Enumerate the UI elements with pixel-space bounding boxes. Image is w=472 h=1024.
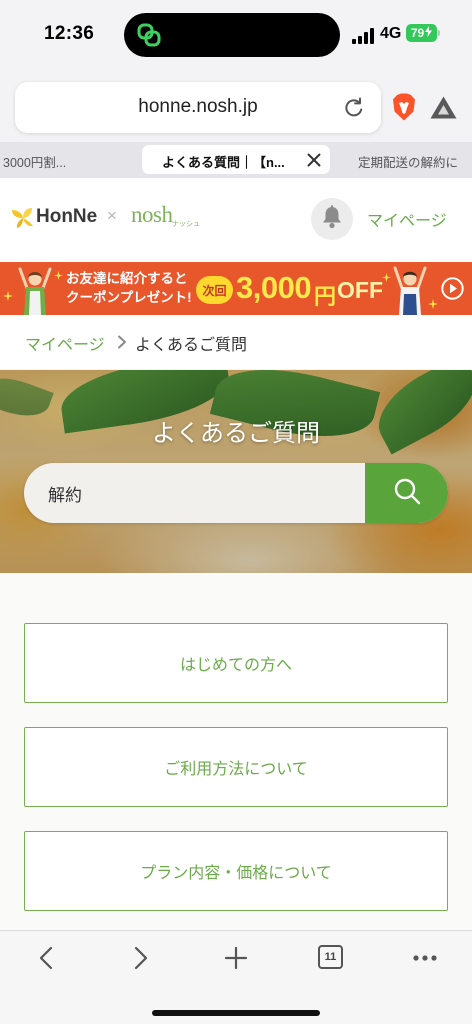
tab-next[interactable]: 定期配送の解約に: [358, 152, 458, 172]
battery-level: 79: [410, 26, 425, 40]
tab-active[interactable]: よくある質問｜【n...: [142, 145, 330, 174]
brave-lion-icon[interactable]: [391, 93, 417, 121]
sparkle-icon: [3, 288, 13, 306]
referral-banner[interactable]: お友達に紹介すると クーポンプレゼント! 次回 3,000 円 OFF: [0, 262, 472, 315]
browser-toolbar: 11: [0, 930, 472, 1024]
tab-label: 定期配送の解約に: [358, 156, 459, 170]
forward-arrow-icon[interactable]: [128, 946, 152, 970]
category-card-beginners[interactable]: はじめての方へ: [24, 623, 448, 703]
page-title: よくあるご質問: [152, 420, 320, 447]
rewards-triangle-icon[interactable]: [430, 96, 457, 119]
breadcrumb-link-mypage[interactable]: マイページ: [25, 331, 105, 355]
mypage-link[interactable]: マイページ: [367, 207, 447, 231]
faq-search: [24, 463, 448, 523]
back-arrow-icon[interactable]: [35, 946, 59, 970]
man-illustration: [391, 264, 429, 315]
banner-line2: クーポンプレゼント!: [66, 290, 192, 305]
tab-label: よくある質問｜【n...: [162, 155, 285, 170]
status-time: 12:36: [44, 23, 95, 44]
woman-illustration: [17, 264, 53, 315]
network-type: 4G: [380, 25, 402, 42]
sparkle-icon: [428, 296, 438, 314]
home-indicator[interactable]: [152, 1010, 320, 1016]
nosh-wordmark[interactable]: nosh: [131, 202, 173, 228]
honne-leaf-icon: [11, 207, 35, 229]
reload-icon[interactable]: [342, 96, 366, 120]
sparkle-icon: [54, 267, 63, 285]
banner-line1: お友達に紹介すると: [66, 271, 188, 286]
breadcrumb-current: よくあるご質問: [135, 337, 248, 354]
tab-strip: 3000円割... よくある質問｜【n... 定期配送の解約に: [0, 142, 472, 178]
search-button[interactable]: [365, 463, 448, 523]
search-icon: [392, 476, 422, 511]
tab-close-icon[interactable]: [307, 153, 321, 167]
sparkle-icon: [382, 269, 391, 287]
tab-previous[interactable]: 3000円割...: [3, 152, 66, 172]
banner-unit: 円: [314, 284, 337, 309]
brand-separator: ×: [107, 206, 117, 225]
url-text: honne.nosh.jp: [138, 96, 258, 117]
banner-amount: 3,000: [236, 270, 312, 305]
bell-icon: [321, 204, 343, 234]
app-activity-icon: [136, 22, 162, 48]
category-card-plans[interactable]: プラン内容・価格について: [24, 831, 448, 911]
honne-wordmark[interactable]: HonNe: [36, 206, 97, 228]
phone-screen: 12:36 4G 79 honne.nosh.jp 3000円割... よくある…: [0, 0, 472, 1024]
tab-count-button[interactable]: 11: [318, 945, 343, 969]
signal-icon: [352, 28, 376, 44]
banner-off: OFF: [337, 277, 383, 303]
faq-categories: はじめての方へ ご利用方法について プラン内容・価格について: [0, 573, 472, 930]
faq-hero: よくあるご質問: [0, 370, 472, 573]
battery-indicator: 79: [406, 24, 437, 42]
banner-badge: 次回: [196, 276, 233, 304]
battery-nub: [438, 30, 440, 36]
charging-bolt-icon: [425, 26, 433, 40]
address-bar[interactable]: honne.nosh.jp: [15, 82, 381, 133]
new-tab-plus-icon[interactable]: [224, 946, 248, 970]
nosh-kana: ナッシュ: [172, 221, 200, 228]
breadcrumb: マイページ よくあるご質問: [0, 315, 472, 369]
search-input[interactable]: [24, 463, 365, 523]
site-header: HonNe × nosh ナッシュ マイページ: [0, 178, 472, 262]
chevron-right-icon: [116, 335, 128, 349]
tab-label: 3000円割...: [3, 156, 67, 170]
notification-bell-button[interactable]: [311, 198, 353, 240]
dynamic-island: [124, 13, 340, 57]
more-dots-icon[interactable]: [412, 946, 438, 970]
play-icon[interactable]: [441, 277, 464, 300]
category-card-usage[interactable]: ご利用方法について: [24, 727, 448, 807]
